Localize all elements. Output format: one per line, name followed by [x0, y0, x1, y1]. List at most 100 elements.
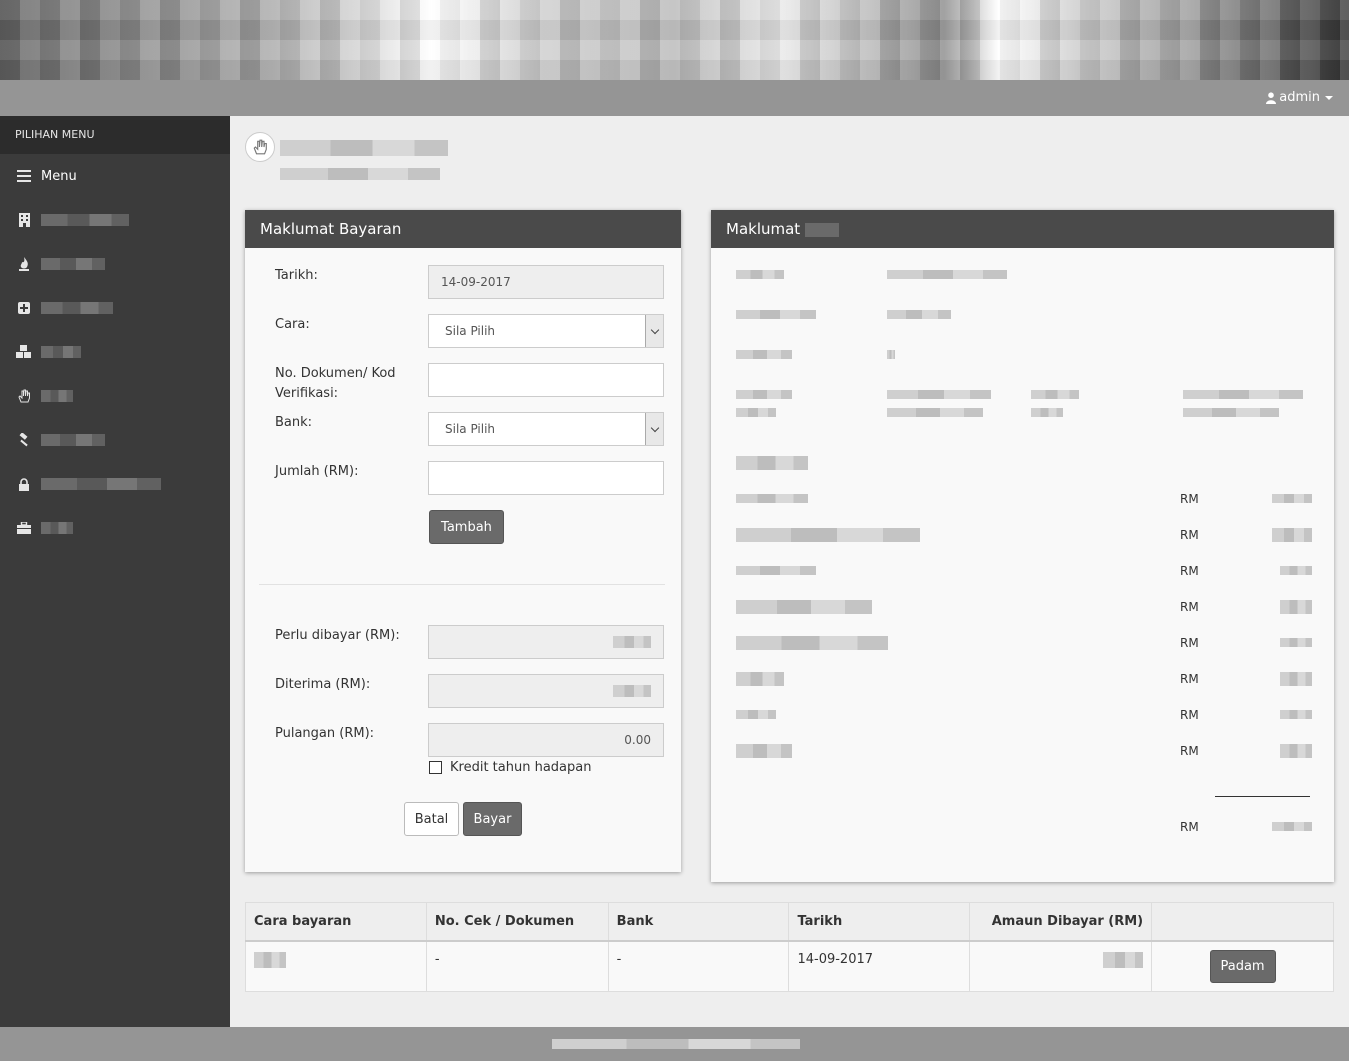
bank-select-value: Sila Pilih — [445, 422, 496, 436]
sidebar-item-label-redacted — [41, 478, 161, 490]
breakdown-item-redacted — [736, 710, 776, 719]
date-field[interactable]: 14-09-2017 — [428, 265, 664, 299]
document-label-line1: No. Dokumen/ Kod — [275, 366, 396, 381]
detail-value-redacted — [887, 408, 983, 417]
column-header: No. Cek / Dokumen — [425, 902, 609, 942]
table-header-row: Cara bayaran No. Cek / Dokumen Bank Tari… — [245, 902, 1334, 942]
received-field — [428, 674, 664, 708]
currency-label: RM — [1180, 528, 1199, 542]
amount-label: Jumlah (RM): — [275, 464, 359, 479]
payment-panel-title: Maklumat Bayaran — [245, 210, 681, 248]
received-label: Diterima (RM): — [275, 677, 371, 692]
breakdown-heading-redacted — [736, 456, 808, 470]
change-value: 0.00 — [624, 733, 651, 747]
credit-checkbox-row[interactable]: Kredit tahun hadapan — [429, 760, 591, 775]
detail-label-redacted — [736, 310, 816, 319]
sidebar-item-label-redacted — [41, 346, 81, 358]
page-subtitle-redacted — [280, 168, 440, 180]
change-label: Pulangan (RM): — [275, 726, 375, 741]
total-amount-redacted — [1272, 822, 1312, 831]
sidebar-menu-toggle[interactable]: Menu — [0, 154, 230, 198]
sidebar-item-4[interactable] — [0, 330, 230, 374]
currency-label: RM — [1180, 708, 1199, 722]
detail-label-redacted — [736, 270, 784, 279]
sidebar-header: PILIHAN MENU — [0, 116, 230, 154]
document-label-line2: Verifikasi: — [275, 386, 339, 401]
delete-button[interactable]: Padam — [1209, 949, 1276, 983]
bank-label: Bank: — [275, 415, 313, 430]
breakdown-item-redacted — [736, 528, 920, 542]
sidebar-menu-label: Menu — [41, 168, 77, 184]
sidebar-item-6[interactable] — [0, 418, 230, 462]
received-value-redacted — [613, 685, 651, 697]
cancel-button[interactable]: Batal — [404, 802, 459, 836]
detail-value-redacted — [887, 270, 1007, 279]
table-row: - - 14-09-2017 Padam — [245, 940, 1334, 992]
column-header: Tarikh — [788, 902, 971, 942]
sidebar-item-label-redacted — [41, 302, 113, 314]
add-button[interactable]: Tambah — [429, 510, 504, 544]
fire-icon — [16, 256, 32, 272]
sidebar-item-1[interactable] — [0, 198, 230, 242]
method-select[interactable]: Sila Pilih — [428, 314, 664, 348]
lock-icon — [16, 476, 32, 492]
detail-label-redacted — [1031, 408, 1063, 417]
sidebar-item-7[interactable] — [0, 462, 230, 506]
credit-checkbox[interactable] — [429, 761, 442, 774]
payments-table: Cara bayaran No. Cek / Dokumen Bank Tari… — [245, 902, 1334, 992]
cell-date: 14-09-2017 — [788, 940, 971, 992]
detail-label-redacted — [736, 390, 792, 399]
sidebar-item-3[interactable] — [0, 286, 230, 330]
credit-label: Kredit tahun hadapan — [450, 760, 592, 775]
currency-label: RM — [1180, 636, 1199, 650]
divider — [259, 584, 665, 585]
sidebar: PILIHAN MENU Menu — [0, 116, 230, 1027]
chevron-down-icon — [645, 315, 663, 347]
currency-label: RM — [1180, 600, 1199, 614]
pay-button[interactable]: Bayar — [463, 802, 522, 836]
breakdown-amount-redacted — [1272, 528, 1312, 542]
currency-label: RM — [1180, 744, 1199, 758]
cell-method — [245, 940, 427, 992]
breakdown-amount-redacted — [1280, 566, 1312, 575]
page-header — [245, 132, 448, 180]
payment-panel: Maklumat Bayaran Tarikh: 14-09-2017 Cara… — [245, 210, 681, 872]
breakdown-amount-redacted — [1272, 494, 1312, 503]
sidebar-item-5[interactable] — [0, 374, 230, 418]
bars-icon — [16, 168, 32, 184]
document-input[interactable] — [428, 363, 664, 397]
briefcase-icon — [16, 520, 32, 536]
building-icon — [16, 212, 32, 228]
sidebar-item-label-redacted — [41, 390, 73, 402]
user-menu[interactable]: admin — [1266, 90, 1333, 105]
gavel-icon — [16, 432, 32, 448]
sidebar-item-2[interactable] — [0, 242, 230, 286]
plus-square-icon — [16, 300, 32, 316]
cell-action: Padam — [1151, 940, 1334, 992]
sidebar-item-label-redacted — [41, 522, 73, 534]
due-label: Perlu dibayar (RM): — [275, 628, 400, 643]
info-panel: Maklumat RM RM RM RM RM RM RM RM RM — [711, 210, 1334, 882]
amount-input[interactable] — [428, 461, 664, 495]
due-value-redacted — [613, 636, 651, 648]
column-header: Cara bayaran — [245, 902, 427, 942]
method-select-value: Sila Pilih — [445, 324, 496, 338]
page-title-redacted — [280, 140, 448, 156]
breakdown-amount-redacted — [1280, 710, 1312, 719]
detail-value-redacted — [887, 350, 895, 359]
breakdown-item-redacted — [736, 494, 808, 503]
sidebar-item-8[interactable] — [0, 506, 230, 550]
detail-value-redacted — [887, 390, 991, 399]
top-navbar: admin — [0, 80, 1349, 116]
sidebar-item-label-redacted — [41, 258, 105, 270]
document-label: No. Dokumen/ Kod Verifikasi: — [275, 364, 396, 404]
breakdown-item-redacted — [736, 744, 792, 758]
breakdown-item-redacted — [736, 672, 784, 686]
sidebar-item-label-redacted — [41, 214, 129, 226]
cell-document: - — [425, 940, 609, 992]
column-header: Bank — [607, 902, 790, 942]
bank-select[interactable]: Sila Pilih — [428, 412, 664, 446]
detail-value-redacted — [887, 310, 951, 319]
user-icon — [1266, 91, 1277, 104]
breakdown-amount-redacted — [1280, 672, 1312, 686]
